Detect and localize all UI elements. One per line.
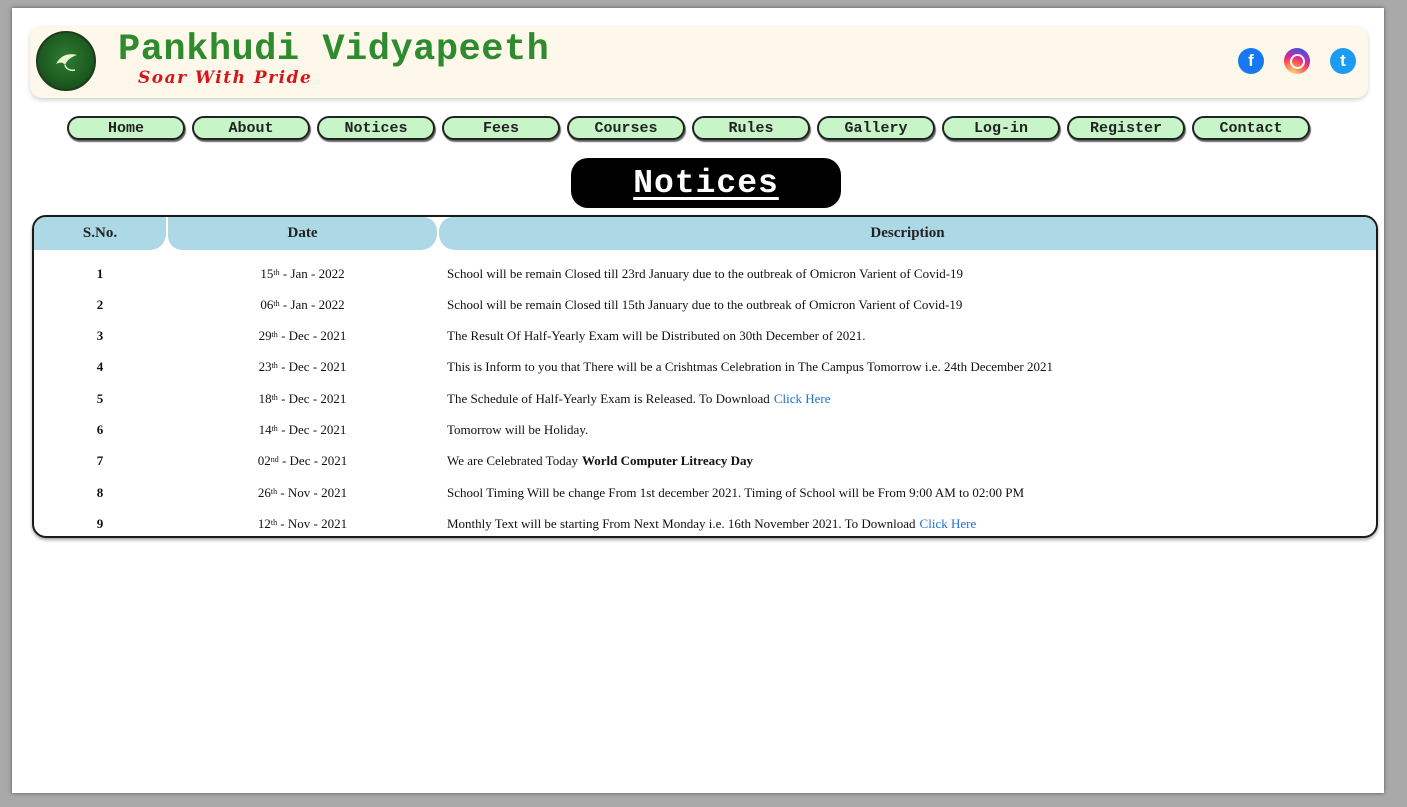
nav-contact-button[interactable]: Contact	[1192, 116, 1310, 140]
page-title: Notices	[633, 164, 779, 202]
twitter-icon[interactable]: t	[1330, 48, 1356, 74]
cell-sno: 5	[96, 390, 104, 406]
cell-description: The Result Of Half-Yearly Exam will be D…	[447, 321, 1367, 352]
date-day: 29	[258, 328, 272, 344]
date-month-year: - Nov - 2021	[277, 515, 348, 531]
date-day: 18	[258, 390, 272, 406]
table-row: 8 26th - Nov - 2021 School Timing Will be …	[34, 477, 1376, 508]
date-month-year: - Dec - 2021	[277, 359, 347, 375]
nav-rules-button[interactable]: Rules	[692, 116, 810, 140]
date-day: 02	[257, 453, 271, 469]
date-day: 06	[260, 296, 274, 312]
nav-courses-button[interactable]: Courses	[567, 116, 685, 140]
click-here-link[interactable]: Click Here	[920, 516, 977, 532]
cell-date: 29th - Dec - 2021	[258, 328, 347, 344]
description-text: The Result Of Half-Yearly Exam will be D…	[447, 328, 866, 344]
table-row: 3 29th - Dec - 2021 The Result Of Half-Yea…	[34, 321, 1376, 352]
site-header: Pankhudi Vidyapeeth Soar With Pride f t	[30, 26, 1368, 98]
twitter-glyph: t	[1340, 51, 1346, 70]
cell-sno: 9	[96, 515, 104, 531]
date-month-year: - Dec - 2021	[277, 422, 347, 437]
table-row: 9 12th - Nov - 2021 Monthly Text will be s…	[34, 508, 1376, 536]
table-header: S.No. Date Description	[34, 217, 1376, 250]
date-month-year: - Dec - 2021	[278, 453, 348, 469]
description-text: School Timing Will be change From 1st de…	[447, 484, 1025, 500]
date-month-year: - Jan - 2022	[279, 296, 345, 312]
site-title: Pankhudi Vidyapeeth	[118, 29, 550, 71]
cell-date: 14th - Dec - 2021	[258, 422, 347, 437]
table-row: 6 14th - Dec - 2021 Tomorrow will be Holid…	[34, 415, 1376, 446]
description-text: Monthly Text will be starting From Next …	[447, 515, 916, 531]
description-text: The Schedule of Half-Yearly Exam is Rele…	[447, 390, 770, 406]
table-row: 2 06th - Jan - 2022 School will be remain …	[34, 289, 1376, 320]
nav-login-button[interactable]: Log-in	[942, 116, 1060, 140]
description-text: This is Inform to you that There will be…	[447, 359, 1054, 375]
description-text: We are Celebrated Today	[447, 453, 578, 469]
cell-sno: 6	[96, 422, 104, 437]
school-logo[interactable]	[36, 31, 96, 91]
date-month-year: - Dec - 2021	[277, 390, 347, 406]
cell-description: School will be remain Closed till 15th J…	[447, 289, 1367, 320]
date-month-year: - Nov - 2021	[277, 484, 348, 500]
cell-date: 12th - Nov - 2021	[257, 515, 348, 531]
cell-description: This is Inform to you that There will be…	[447, 352, 1367, 383]
cell-sno: 1	[96, 265, 104, 281]
cell-description: Tomorrow will be Holiday.	[447, 415, 1367, 446]
description-text: Tomorrow will be Holiday.	[447, 422, 589, 437]
table-row: 4 23th - Dec - 2021 This is Inform to you …	[34, 352, 1376, 383]
notices-table: S.No. Date Description 1 15th - Jan - 202…	[32, 215, 1378, 538]
header-description: Description	[439, 217, 1376, 250]
cell-description: The Schedule of Half-Yearly Exam is Rele…	[447, 383, 1367, 414]
nav-home-button[interactable]: Home	[67, 116, 185, 140]
cell-description: School will be remain Closed till 23rd J…	[447, 258, 1367, 289]
site-tagline: Soar With Pride	[138, 68, 313, 88]
date-day: 14	[258, 422, 272, 437]
main-nav: Home About Notices Fees Courses Rules Ga…	[67, 116, 1310, 140]
click-here-link[interactable]: Click Here	[774, 391, 831, 407]
cell-date: 26th - Nov - 2021	[257, 484, 348, 500]
cell-description: Monthly Text will be starting From Next …	[447, 508, 1367, 536]
page-title-box: Notices	[571, 158, 841, 208]
nav-about-button[interactable]: About	[192, 116, 310, 140]
cell-sno: 7	[96, 453, 104, 469]
highlight-text: World Computer Litreacy Day	[582, 453, 754, 469]
cell-sno: 2	[96, 296, 104, 312]
cell-sno: 3	[96, 328, 104, 344]
description-text: School will be remain Closed till 23rd J…	[447, 265, 964, 281]
date-day: 26	[257, 484, 271, 500]
nav-register-button[interactable]: Register	[1067, 116, 1185, 140]
facebook-icon[interactable]: f	[1238, 48, 1264, 74]
instagram-icon[interactable]	[1284, 48, 1310, 74]
table-row: 5 18th - Dec - 2021 The Schedule of Half-Y…	[34, 383, 1376, 414]
page-frame: Pankhudi Vidyapeeth Soar With Pride f t …	[12, 8, 1384, 793]
cell-description: We are Celebrated Today World Computer Li…	[447, 446, 1367, 477]
header-date: Date	[168, 217, 437, 250]
date-day: 12	[257, 515, 271, 531]
description-text: School will be remain Closed till 15th J…	[447, 296, 963, 312]
cell-date: 06th - Jan - 2022	[260, 296, 345, 312]
date-month-year: - Dec - 2021	[277, 328, 347, 344]
date-day: 15	[260, 265, 274, 281]
bird-logo-icon	[56, 54, 77, 71]
table-row: 1 15th - Jan - 2022 School will be remain …	[34, 258, 1376, 289]
cell-date: 23th - Dec - 2021	[258, 359, 347, 375]
facebook-glyph: f	[1248, 51, 1254, 70]
cell-sno: 8	[96, 484, 104, 500]
cell-description: School Timing Will be change From 1st de…	[447, 477, 1367, 508]
cell-sno: 4	[96, 359, 104, 375]
header-sno: S.No.	[34, 217, 166, 250]
table-row: 7 02nd - Dec - 2021 We are Celebrated Toda…	[34, 446, 1376, 477]
date-month-year: - Jan - 2022	[279, 265, 345, 281]
cell-date: 15th - Jan - 2022	[260, 265, 345, 281]
nav-fees-button[interactable]: Fees	[442, 116, 560, 140]
instagram-glyph	[1284, 48, 1310, 74]
nav-notices-button[interactable]: Notices	[317, 116, 435, 140]
cell-date: 02nd - Dec - 2021	[257, 453, 348, 469]
date-day: 23	[258, 359, 272, 375]
nav-gallery-button[interactable]: Gallery	[817, 116, 935, 140]
cell-date: 18th - Dec - 2021	[258, 390, 347, 406]
